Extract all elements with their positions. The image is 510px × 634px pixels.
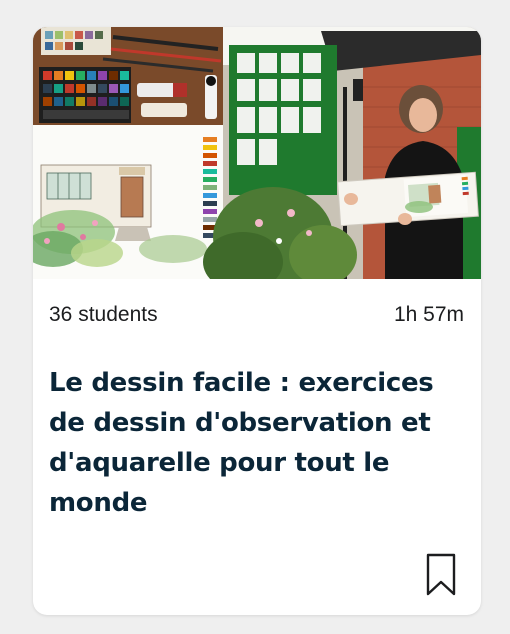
bookmark-button[interactable]	[425, 553, 457, 597]
course-thumbnail[interactable]	[33, 27, 481, 279]
course-title[interactable]: Le dessin facile : exercices de dessin d…	[49, 363, 449, 523]
course-meta: 36 students 1h 57m	[49, 302, 464, 328]
student-count: 36 students	[49, 303, 158, 326]
thumbnail-image	[33, 27, 481, 279]
course-duration: 1h 57m	[393, 303, 464, 326]
course-card[interactable]: 36 students 1h 57m Le dessin facile : ex…	[33, 27, 481, 615]
bookmark-icon	[426, 553, 456, 596]
